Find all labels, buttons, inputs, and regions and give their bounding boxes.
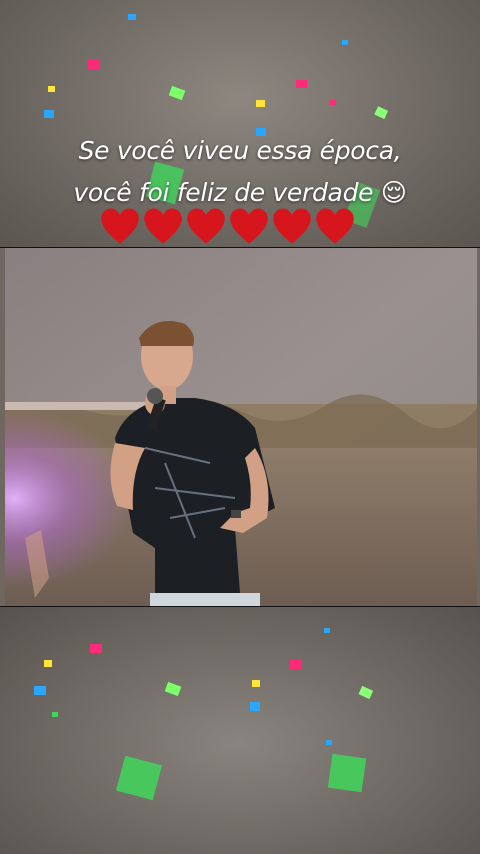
video-frame[interactable] xyxy=(5,248,477,606)
bottom-blurred-background xyxy=(0,607,480,854)
red-heart-icon xyxy=(144,208,182,244)
red-heart-icon xyxy=(230,208,268,244)
caption-text: Se você viveu essa época, você foi feliz… xyxy=(0,130,480,214)
red-heart-icon xyxy=(101,208,139,244)
caption-line-1: Se você viveu essa época, xyxy=(78,136,402,165)
caption-line-2-text: você foi feliz de verdade xyxy=(73,178,374,207)
red-heart-icon xyxy=(316,208,354,244)
relieved-face-emoji: 😌 xyxy=(380,178,407,207)
red-heart-icon xyxy=(187,208,225,244)
singer-video-still xyxy=(5,248,477,606)
red-heart-icon xyxy=(273,208,311,244)
video-bottom-edge xyxy=(0,606,480,607)
